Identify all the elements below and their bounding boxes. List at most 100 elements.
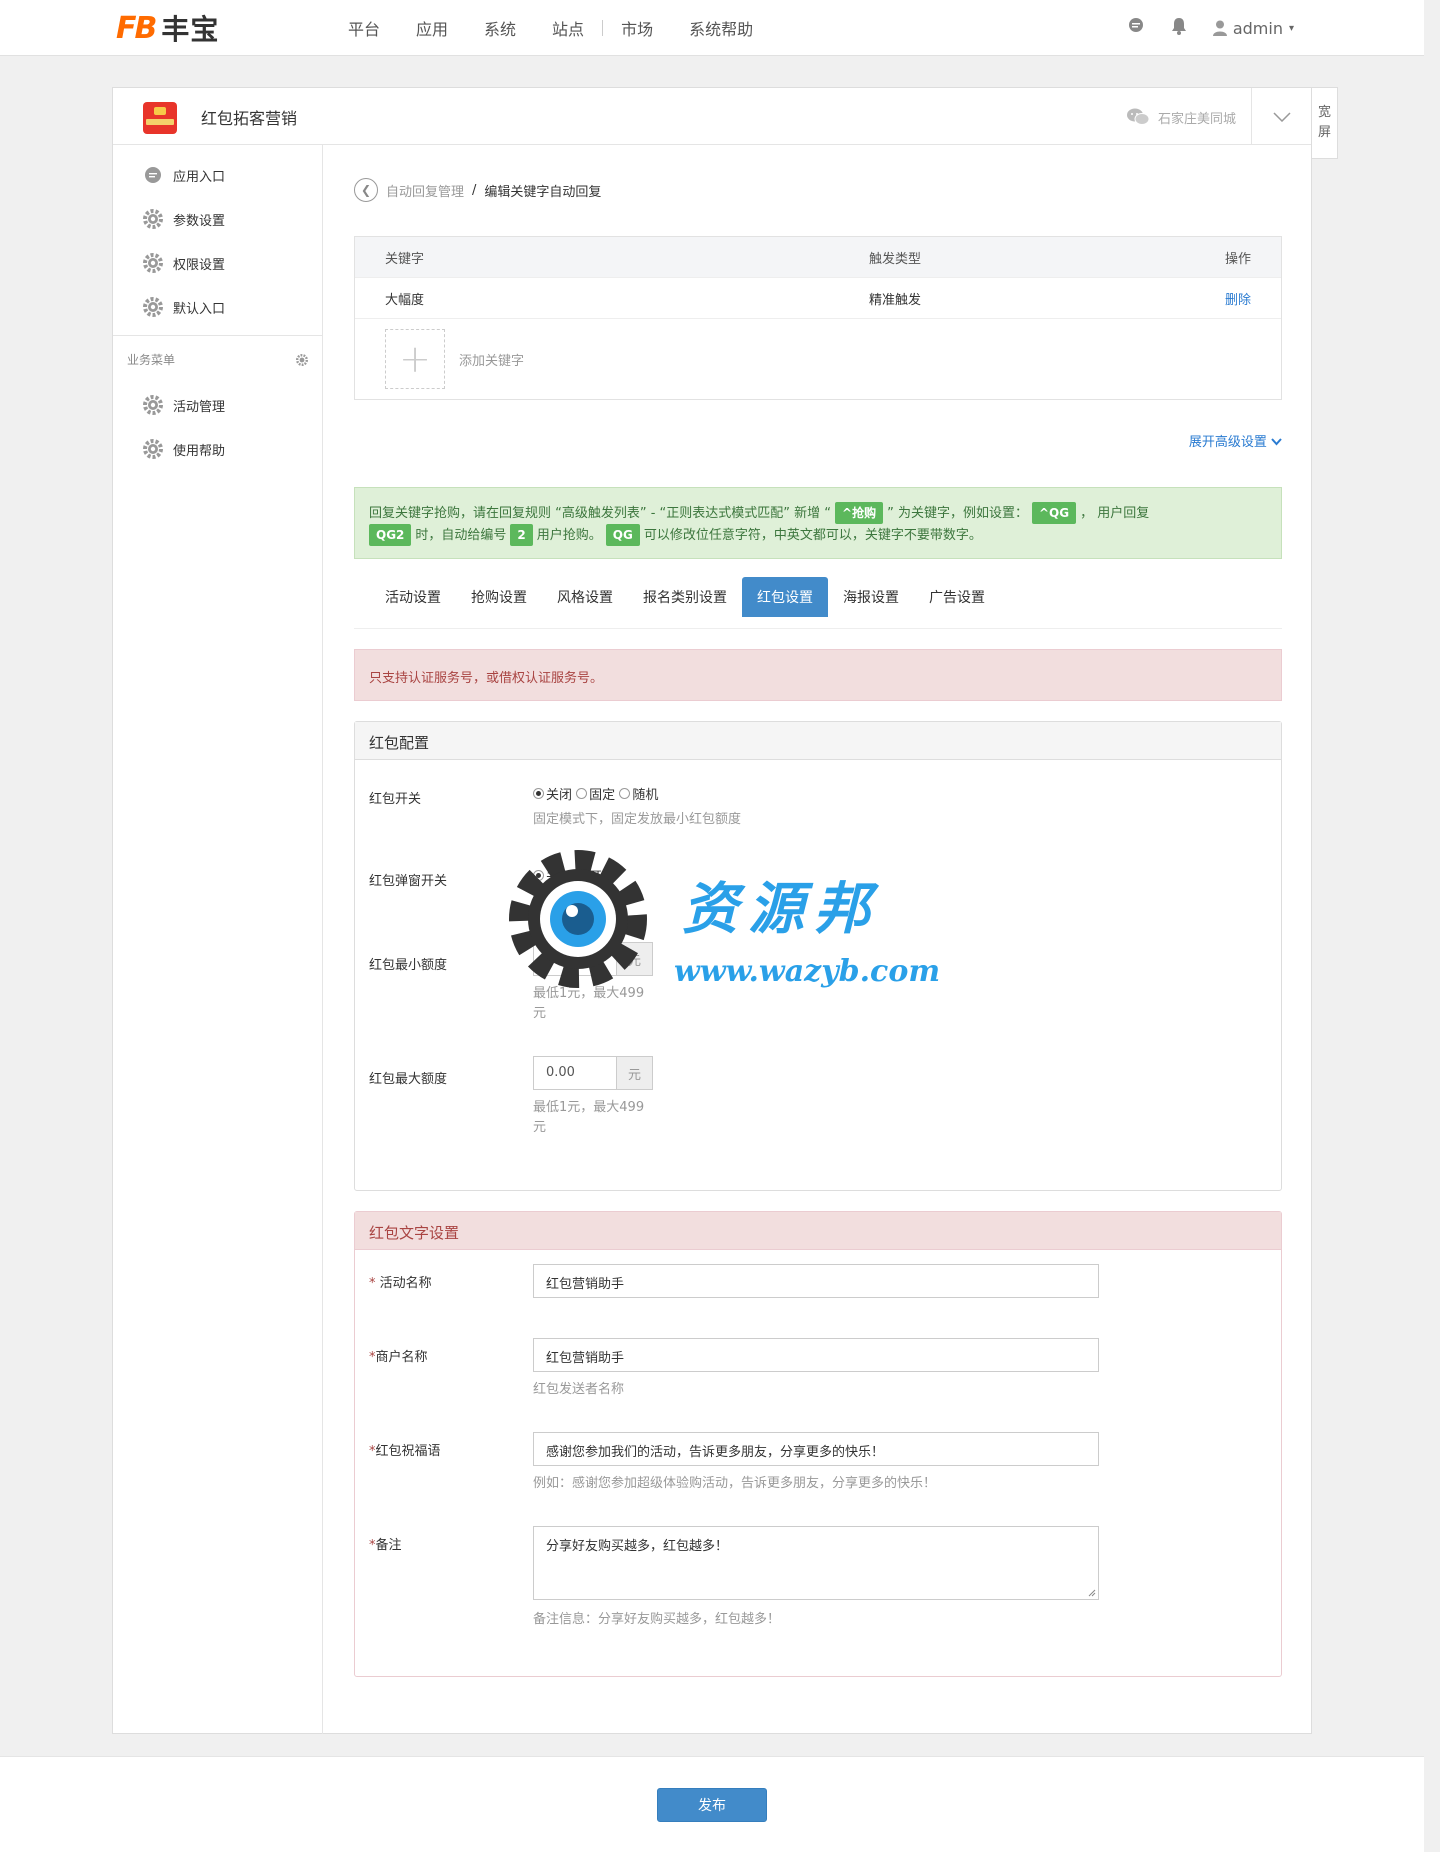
tip-tag: QG2: [369, 524, 412, 546]
chevron-down-icon[interactable]: [1251, 88, 1311, 145]
message-icon[interactable]: [1127, 17, 1145, 39]
settings-gear-icon[interactable]: [296, 353, 308, 366]
merchant-name-help: 红包发送者名称: [533, 1382, 625, 1397]
account-switcher[interactable]: 石家庄美同城: [1126, 107, 1236, 127]
wide-label: 屏: [1317, 125, 1331, 140]
app-icon: [143, 102, 177, 134]
redpack-popup-radios: 关闭 开启: [533, 866, 615, 885]
logo-mark: FB: [116, 10, 157, 46]
tip-text: ， 用户回复: [1080, 506, 1150, 521]
table-header: 关键字 触发类型 操作: [355, 237, 1281, 278]
account-name: 石家庄美同城: [1157, 111, 1236, 127]
redpack-min-input[interactable]: 0.00: [533, 942, 617, 976]
redpack-max-group: 0.00 元: [533, 1056, 653, 1090]
nav-link-sites[interactable]: 站点: [534, 16, 602, 40]
column-header-type: 触发类型: [869, 251, 922, 267]
tab-flash-sale-settings[interactable]: 抢购设置: [456, 577, 542, 617]
tip-text: 可以修改位任意字符，中英文都可以，关键字不要带数字。: [643, 528, 982, 543]
sidebar-section-business: 业务菜单: [113, 335, 322, 383]
remark-help: 备注信息：分享好友购买越多，红包越多！: [533, 1612, 781, 1627]
plus-icon[interactable]: +: [385, 329, 445, 389]
tab-style-settings[interactable]: 风格设置: [542, 577, 628, 617]
redpack-max-input[interactable]: 0.00: [533, 1056, 617, 1090]
breadcrumb-separator: /: [472, 182, 477, 198]
nav-link-apps[interactable]: 应用: [398, 16, 466, 40]
publish-button[interactable]: 发布: [657, 1788, 767, 1822]
activity-name-input[interactable]: 红包营销助手: [533, 1264, 1099, 1298]
sidebar-item-activity-manage[interactable]: 活动管理: [113, 383, 322, 427]
tip-tag: ^抢购: [835, 502, 884, 524]
wish-input[interactable]: 感谢您参加我们的活动，告诉更多朋友，分享更多的快乐！: [533, 1432, 1099, 1466]
radio-fixed[interactable]: 固定: [576, 784, 615, 803]
breadcrumb-parent[interactable]: 自动回复管理: [386, 181, 464, 200]
redpack-min-label: 红包最小额度: [369, 958, 448, 973]
redpack-popup-help: 红包: [533, 894, 560, 909]
tab-poster-settings[interactable]: 海报设置: [828, 577, 914, 617]
gear-icon: [143, 253, 163, 273]
redpack-config-panel: 红包配置 红包开关 关闭 固定 随机 固定模式下，固定发放最小红包额度 红包弹窗…: [354, 721, 1282, 1191]
remark-label: *备注: [369, 1538, 402, 1553]
nav-link-system[interactable]: 系统: [466, 16, 534, 40]
service-account-alert: 只支持认证服务号，或借权认证服务号。: [354, 649, 1282, 701]
caret-down-icon: ▾: [1288, 22, 1294, 34]
gear-icon: [143, 209, 163, 229]
tip-text: 用户抢购。: [536, 528, 602, 543]
tab-ad-settings[interactable]: 广告设置: [914, 577, 1000, 617]
redpack-max-label: 红包最大额度: [369, 1072, 448, 1087]
radio-random[interactable]: 随机: [619, 784, 658, 803]
user-menu[interactable]: admin ▾: [1212, 19, 1294, 38]
radio-popup-off[interactable]: 关闭: [533, 866, 572, 885]
tip-text: 回复关键字抢购，请在回复规则 “高级触发列表” - “正则表达式模式匹配” 新增…: [369, 506, 832, 521]
tab-redpack-settings[interactable]: 红包设置: [742, 577, 828, 617]
keyword-tip: 回复关键字抢购，请在回复规则 “高级触发列表” - “正则表达式模式匹配” 新增…: [354, 487, 1282, 559]
app-header: 红包拓客营销 石家庄美同城: [113, 88, 1311, 145]
nav-link-help[interactable]: 系统帮助: [671, 16, 771, 40]
panel-title: 红包文字设置: [355, 1212, 1281, 1250]
radio-off[interactable]: 关闭: [533, 784, 572, 803]
sidebar-item-params[interactable]: 参数设置: [113, 197, 322, 241]
sidebar-item-permissions[interactable]: 权限设置: [113, 241, 322, 285]
sidebar-item-label: 默认入口: [173, 301, 226, 317]
tip-text: ” 为关键字，例如设置：: [887, 506, 1028, 521]
settings-tabs: 活动设置 抢购设置 风格设置 报名类别设置 红包设置 海报设置 广告设置: [354, 577, 1282, 629]
app-title: 红包拓客营销: [201, 109, 298, 128]
wechat-icon: [1126, 108, 1150, 125]
add-keyword[interactable]: + 添加关键字: [355, 319, 1281, 399]
sidebar-item-label: 参数设置: [173, 213, 226, 229]
footer-bar: 发布: [0, 1756, 1424, 1852]
remark-textarea[interactable]: 分享好友购买越多，红包越多！: [533, 1526, 1099, 1600]
nav-link-market[interactable]: 市场: [603, 16, 671, 40]
wide-label: 宽: [1317, 105, 1331, 120]
expand-advanced-link[interactable]: 展开高级设置: [1189, 431, 1282, 450]
redpack-min-group: 0.00 元: [533, 942, 653, 976]
sidebar-item-default-entry[interactable]: 默认入口: [113, 285, 322, 329]
sidebar-item-label: 权限设置: [173, 257, 226, 273]
column-header-keyword: 关键字: [385, 251, 425, 267]
keyword-cell: 大幅度: [385, 292, 425, 308]
sidebar-item-app-entry[interactable]: 应用入口: [113, 153, 322, 197]
resize-handle-icon[interactable]: [1088, 1589, 1096, 1597]
merchant-name-input[interactable]: 红包营销助手: [533, 1338, 1099, 1372]
redpack-switch-label: 红包开关: [369, 792, 422, 807]
bell-icon[interactable]: [1171, 17, 1187, 39]
gear-icon: [143, 297, 163, 317]
tab-signup-category-settings[interactable]: 报名类别设置: [628, 577, 742, 617]
delete-link[interactable]: 删除: [1225, 293, 1251, 308]
back-arrow-icon[interactable]: ❮: [354, 178, 378, 202]
tab-activity-settings[interactable]: 活动设置: [370, 577, 456, 617]
redpack-min-help: 最低1元，最大499 元: [533, 986, 645, 1021]
radio-popup-on[interactable]: 开启: [576, 866, 615, 885]
sidebar-item-label: 使用帮助: [173, 443, 226, 459]
unit-addon: 元: [617, 1056, 653, 1090]
unit-addon: 元: [617, 942, 653, 976]
user-icon: [1212, 20, 1227, 36]
tip-tag: QG: [605, 524, 640, 546]
nav-link-platform[interactable]: 平台: [330, 16, 398, 40]
top-navbar: FB 丰宝 平台 应用 系统 站点 市场 系统帮助 admin ▾: [0, 0, 1424, 56]
wide-screen-toggle[interactable]: 宽 屏: [1312, 87, 1338, 159]
sidebar-item-help[interactable]: 使用帮助: [113, 427, 322, 471]
sidebar-item-label: 应用入口: [173, 169, 226, 185]
keyword-table: 关键字 触发类型 操作 大幅度 精准触发 删除 + 添加关键字: [354, 236, 1282, 400]
brand-logo[interactable]: FB 丰宝: [116, 10, 219, 47]
expand-advanced-label: 展开高级设置: [1188, 435, 1267, 450]
